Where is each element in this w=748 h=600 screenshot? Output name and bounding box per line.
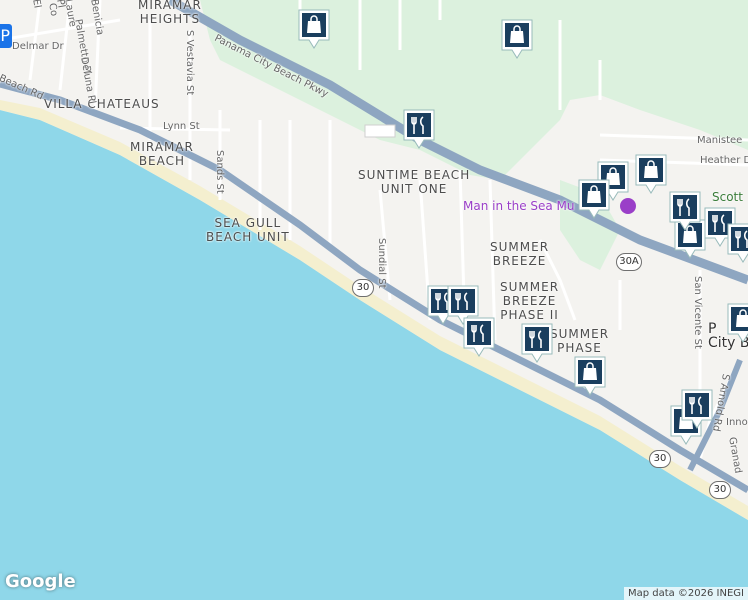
map-attribution[interactable]: Map data ©2026 INEGI: [623, 587, 748, 600]
street-delmar: Delmar Dr: [12, 41, 64, 52]
label-heather: Heather D: [700, 155, 748, 166]
label-summer-breeze-phase: SUMMER PHASE: [550, 327, 610, 355]
map-canvas[interactable]: [0, 0, 748, 600]
label-suntime-beach: SUNTIME BEACH UNIT ONE: [358, 168, 471, 196]
route-shield-30-c: 30: [709, 481, 731, 499]
shopping-bag-icon[interactable]: [726, 302, 748, 344]
shopping-bag-icon[interactable]: [577, 178, 611, 220]
shopping-bag-icon[interactable]: [573, 355, 607, 397]
parking-icon[interactable]: P: [0, 24, 12, 48]
restaurant-icon[interactable]: [726, 222, 748, 264]
route-shield-30: 30: [352, 279, 374, 297]
street-lynn: Lynn St: [163, 121, 200, 132]
shopping-bag-icon[interactable]: [500, 18, 534, 60]
street-inno: Inno: [726, 417, 748, 428]
shopping-bag-icon[interactable]: [634, 153, 668, 195]
label-summer-breeze: SUMMER BREEZE: [490, 240, 550, 268]
building-lot: [364, 124, 396, 138]
restaurant-icon[interactable]: [462, 316, 496, 358]
restaurant-icon[interactable]: [680, 388, 714, 430]
restaurant-icon[interactable]: [402, 108, 436, 150]
restaurant-icon[interactable]: [520, 322, 554, 364]
shopping-bag-icon[interactable]: [297, 8, 331, 50]
google-logo[interactable]: Google: [5, 571, 76, 592]
route-shield-30a: 30A: [616, 253, 642, 271]
label-manistee: Manistee: [697, 135, 743, 146]
poi-man-in-the-sea[interactable]: Man in the Sea Mu: [463, 199, 575, 213]
street-vestavia: S Vestavia St: [184, 30, 195, 96]
street-san-vicente: San Vicente St: [692, 276, 703, 349]
label-summer-breeze-phase-ii: SUMMER BREEZE PHASE II: [500, 280, 560, 322]
label-scott: Scott: [712, 190, 743, 204]
street-sundial: Sundial St: [376, 238, 387, 289]
street-sands: Sands St: [214, 150, 225, 194]
label-miramar-heights: MIRAMAR HEIGHTS: [138, 0, 202, 26]
restaurant-icon[interactable]: [668, 190, 702, 232]
route-shield-30-b: 30: [649, 450, 671, 468]
label-villa-chateaus: VILLA CHATEAUS: [44, 97, 160, 111]
label-sea-gull-beach-unit: SEA GULL BEACH UNIT: [206, 216, 290, 244]
label-miramar-beach: MIRAMAR BEACH: [130, 140, 194, 168]
